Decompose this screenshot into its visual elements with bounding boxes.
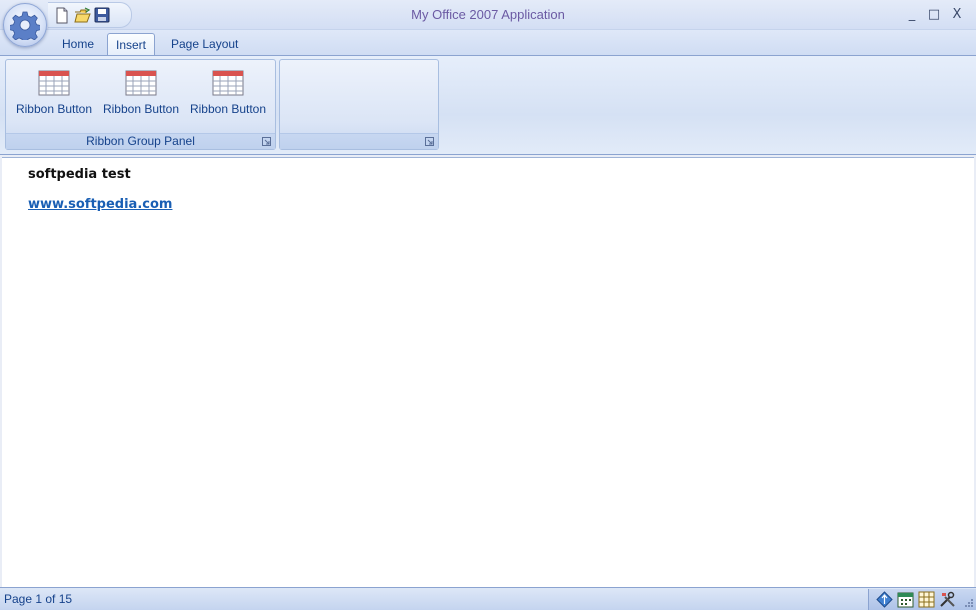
page-indicator: Page 1 of 15 [4, 592, 73, 606]
tools-icon[interactable] [939, 591, 956, 608]
table-icon [212, 70, 244, 96]
calendar-icon[interactable] [897, 591, 914, 608]
application-menu-button[interactable] [3, 3, 47, 47]
document-link[interactable]: www.softpedia.com [28, 197, 172, 212]
ribbon-group-label: Ribbon Group Panel [6, 133, 275, 149]
navigation-icon[interactable] [876, 591, 893, 608]
status-bar: Page 1 of 15 [0, 587, 976, 610]
gear-icon [10, 11, 40, 40]
ribbon-button-label: Ribbon Button [15, 102, 93, 116]
minimize-button[interactable]: _ [903, 6, 921, 24]
ribbon-tab-bar: Home Insert Page Layout [0, 30, 976, 56]
status-icon-tray [868, 589, 976, 610]
ribbon-group-label [280, 133, 438, 149]
grid-icon[interactable] [918, 591, 935, 608]
ribbon: Ribbon Button Ribbon Button Ribbon Butto… [0, 55, 976, 155]
ribbon-group-empty [279, 59, 439, 150]
ribbon-button-label: Ribbon Button [102, 102, 180, 116]
ribbon-group-panel: Ribbon Button Ribbon Button Ribbon Butto… [5, 59, 276, 150]
title-bar: My Office 2007 Application _ □ X [0, 0, 976, 30]
dialog-launcher-icon[interactable] [425, 137, 434, 146]
tab-insert[interactable]: Insert [107, 33, 156, 56]
document-area[interactable]: softpedia test www.softpedia.com [2, 157, 974, 587]
window-title: My Office 2007 Application [411, 7, 565, 22]
table-icon [38, 70, 70, 96]
document-heading: softpedia test [28, 167, 131, 182]
maximize-button[interactable]: □ [925, 6, 943, 24]
dialog-launcher-icon[interactable] [262, 137, 271, 146]
tab-home[interactable]: Home [54, 33, 102, 56]
ribbon-button-label: Ribbon Button [189, 102, 267, 116]
table-icon [125, 70, 157, 96]
resize-grip-icon[interactable] [964, 598, 974, 608]
close-button[interactable]: X [948, 6, 966, 24]
ribbon-button-2[interactable]: Ribbon Button [96, 66, 186, 120]
tab-page-layout[interactable]: Page Layout [163, 33, 246, 56]
ribbon-button-1[interactable]: Ribbon Button [9, 66, 99, 120]
ribbon-button-3[interactable]: Ribbon Button [183, 66, 273, 120]
